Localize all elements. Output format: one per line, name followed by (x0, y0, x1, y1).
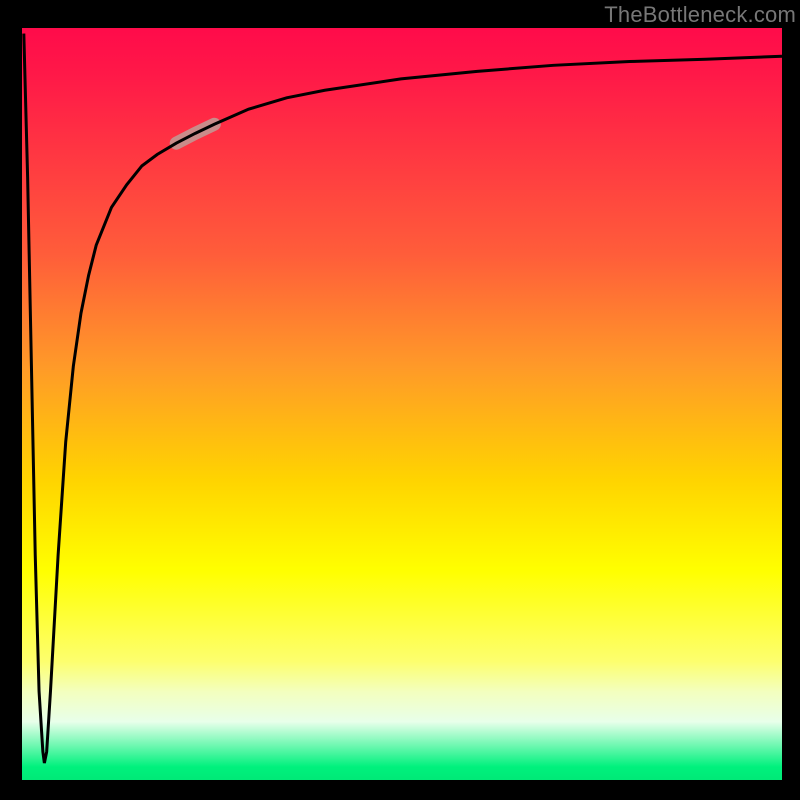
attribution-text: TheBottleneck.com (604, 2, 796, 28)
bottleneck-curve (24, 34, 782, 764)
chart-frame: TheBottleneck.com (0, 0, 800, 800)
curve-svg (20, 26, 782, 782)
plot-area (20, 26, 782, 782)
